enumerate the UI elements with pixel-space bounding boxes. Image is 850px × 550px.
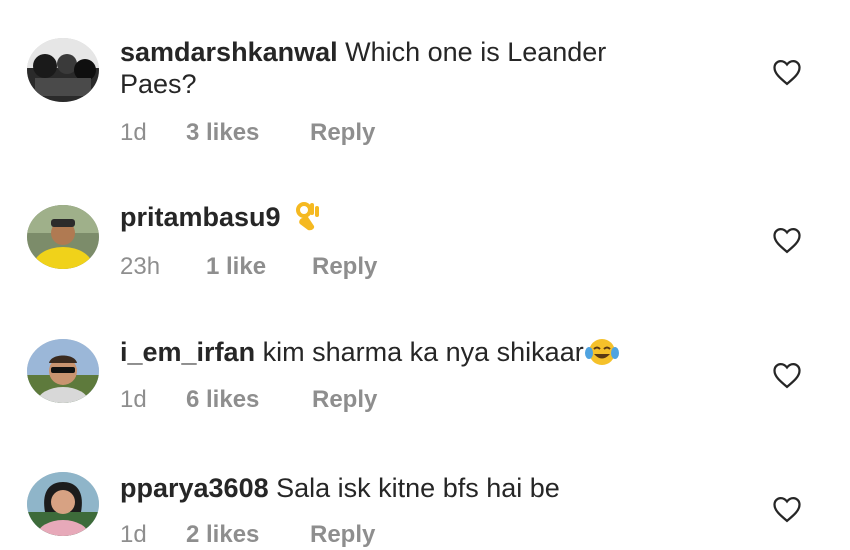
comment-likes[interactable]: 6 likes [186,385,259,415]
avatar[interactable] [27,38,99,102]
comment-text-continued: Paes? [120,68,730,100]
comment-time[interactable]: 1d [120,385,147,415]
reply-button[interactable]: Reply [312,252,377,282]
comment-text: samdarshkanwal Which one is Leander [120,36,730,68]
comment-time[interactable]: 1d [120,118,147,148]
avatar[interactable] [27,472,99,536]
avatar-image [27,38,99,102]
comment-username[interactable]: samdarshkanwal [120,37,338,67]
comment-body: Which one is Leander [345,37,607,67]
comment-time[interactable]: 23h [120,252,160,282]
comment-username[interactable]: i_em_irfan [120,337,255,367]
reply-button[interactable]: Reply [312,385,377,415]
comment-text: i_em_irfan kim sharma ka nya shikaar [120,336,730,374]
comment-likes[interactable]: 3 likes [186,118,259,148]
avatar[interactable] [27,205,99,269]
comment-body: kim sharma ka nya shikaar [262,337,584,367]
comment-text: pparya3608 Sala isk kitne bfs hai be [120,472,730,504]
heart-icon[interactable] [772,226,802,254]
avatar-image [27,205,99,269]
avatar[interactable] [27,339,99,403]
avatar-image [27,472,99,536]
reply-button[interactable]: Reply [310,520,375,550]
comment-time[interactable]: 1d [120,520,147,550]
reply-button[interactable]: Reply [310,118,375,148]
avatar-image [27,339,99,403]
comment-username[interactable]: pparya3608 [120,473,269,503]
comment-body: Sala isk kitne bfs hai be [276,473,560,503]
comment-likes[interactable]: 1 like [206,252,266,282]
heart-icon[interactable] [772,361,802,389]
tears-of-joy-emoji-icon [584,337,620,374]
comment-username[interactable]: pritambasu9 [120,202,281,232]
comment-likes[interactable]: 2 likes [186,520,259,550]
heart-icon[interactable] [772,495,802,523]
comment-body-line2: Paes? [120,69,197,99]
comment-text: pritambasu9 [120,200,730,239]
ok-hand-emoji-icon [292,200,322,239]
heart-icon[interactable] [772,58,802,86]
